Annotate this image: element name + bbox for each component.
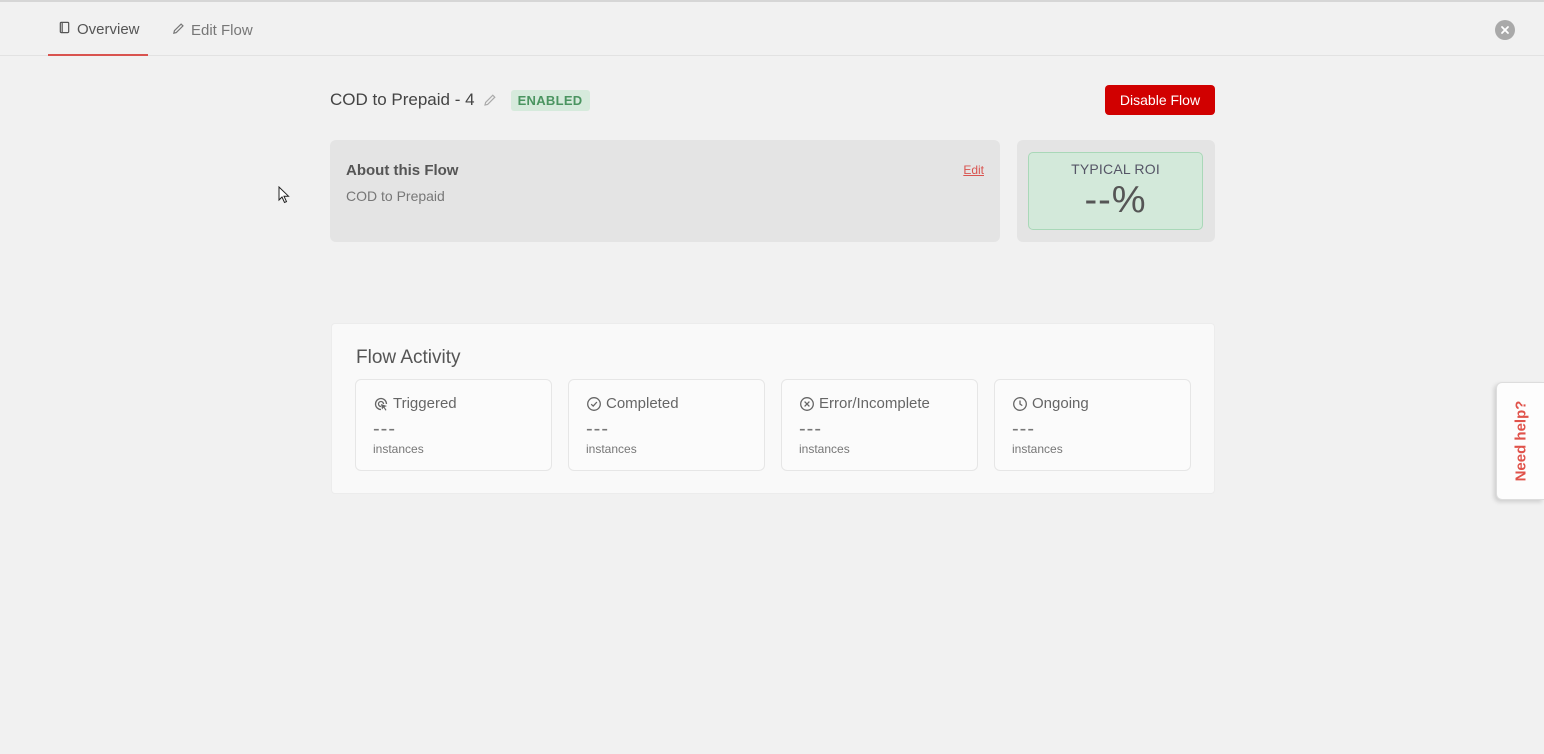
status-badge: ENABLED [510, 89, 590, 111]
stat-label: Error/Incomplete [819, 395, 930, 412]
stat-value: --- [1012, 418, 1035, 440]
about-card: About this Flow COD to Prepaid Edit [330, 140, 1000, 242]
flow-title: COD to Prepaid - 4 [330, 90, 475, 109]
roi-box: TYPICAL ROI --% [1028, 152, 1203, 230]
about-edit-link[interactable]: Edit [963, 163, 984, 177]
app-frame: Overview Edit Flow COD to Prepaid - 4 EN… [0, 0, 1544, 754]
need-help-label: Need help? [1512, 400, 1529, 482]
x-circle-icon [799, 396, 815, 412]
clock-icon [1012, 396, 1028, 412]
stat-label: Ongoing [1032, 395, 1089, 412]
stat-unit: instances [799, 442, 850, 456]
disable-flow-button[interactable]: Disable Flow [1105, 85, 1215, 115]
tab-overview[interactable]: Overview [48, 4, 148, 56]
stat-label: Triggered [393, 395, 457, 412]
mouse-cursor-icon [278, 186, 290, 204]
stat-value: --- [799, 418, 822, 440]
tab-edit-flow[interactable]: Edit Flow [172, 4, 253, 56]
roi-value: --% [1084, 179, 1147, 221]
need-help-tab[interactable]: Need help? [1496, 382, 1544, 500]
flow-header: COD to Prepaid - 4 ENABLED [330, 88, 590, 112]
roi-card: TYPICAL ROI --% [1017, 140, 1215, 242]
stat-card-completed: Completed --- instances [568, 379, 765, 471]
activity-title: Flow Activity [356, 347, 461, 368]
stat-unit: instances [373, 442, 424, 456]
about-title: About this Flow [346, 162, 459, 179]
stat-card-triggered: Triggered --- instances [355, 379, 552, 471]
about-description: COD to Prepaid [346, 188, 445, 204]
pencil-icon [172, 22, 185, 39]
tab-label: Edit Flow [191, 21, 253, 39]
edit-title-pencil-icon[interactable] [483, 93, 497, 107]
stat-value: --- [586, 418, 609, 440]
triggered-icon [373, 396, 389, 412]
stat-label: Completed [606, 395, 679, 412]
check-circle-icon [586, 396, 602, 412]
stat-card-ongoing: Ongoing --- instances [994, 379, 1191, 471]
stat-value: --- [373, 418, 396, 440]
close-button[interactable] [1495, 20, 1515, 40]
close-icon [1501, 26, 1509, 34]
stat-unit: instances [1012, 442, 1063, 456]
stat-card-error: Error/Incomplete --- instances [781, 379, 978, 471]
tab-bar: Overview Edit Flow [0, 4, 1544, 56]
roi-label: TYPICAL ROI [1071, 161, 1160, 177]
book-icon [58, 21, 71, 38]
stat-unit: instances [586, 442, 637, 456]
tab-label: Overview [77, 20, 140, 38]
flow-activity-panel: Flow Activity Triggered --- instances Co… [331, 323, 1215, 494]
